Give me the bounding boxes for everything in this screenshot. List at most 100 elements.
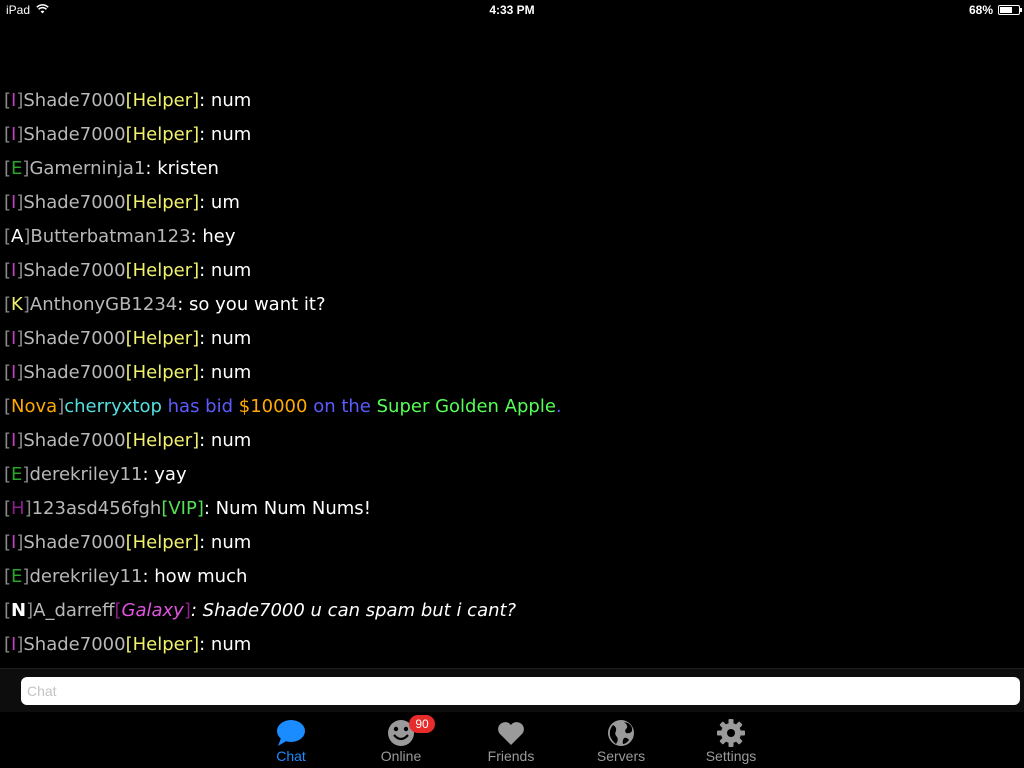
status-bar-right: 68%: [969, 3, 1022, 17]
tab-friends[interactable]: Friends: [461, 712, 561, 768]
chat-message-segment: H: [11, 498, 25, 519]
chat-message-segment: [: [4, 430, 12, 451]
chat-message-segment: [: [4, 328, 12, 349]
chat-input[interactable]: [21, 677, 1020, 705]
chat-message-segment: : num: [199, 328, 252, 349]
tab-settings[interactable]: Settings: [681, 712, 781, 768]
chat-message-segment: [VIP]: [161, 498, 204, 519]
chat-message-segment: [: [4, 566, 12, 587]
chat-message: [I]Shade7000[Helper]: num: [0, 254, 1024, 288]
chat-message-segment: Galaxy: [121, 600, 184, 621]
tab-online[interactable]: 90 Online: [351, 712, 451, 768]
gear-icon: [716, 718, 746, 748]
chat-message-segment: : um: [199, 192, 240, 213]
chat-message: [I]Shade7000[Helper]: num: [0, 84, 1024, 118]
tab-bar: Chat 90 Online Friends Servers Settings: [0, 712, 1024, 768]
chat-message-segment: Shade7000: [23, 192, 126, 213]
chat-message-segment: Shade7000: [23, 124, 126, 145]
chat-message-segment: AnthonyGB1234: [29, 294, 178, 315]
chat-message-segment: : so you want it?: [177, 294, 326, 315]
tab-chat[interactable]: Chat: [241, 712, 341, 768]
chat-message-segment: E: [11, 464, 23, 485]
chat-message: [E]Gamerninja1: kristen: [0, 152, 1024, 186]
chat-message: [I]Shade7000[Helper]: num: [0, 322, 1024, 356]
tab-chat-label: Chat: [276, 748, 306, 764]
chat-bubble-icon: [276, 718, 306, 748]
chat-message-segment: Butterbatman123: [30, 226, 191, 247]
status-bar: iPad 4:33 PM 68%: [0, 0, 1024, 20]
globe-icon: [606, 718, 636, 748]
chat-message-segment: [Helper]: [125, 430, 200, 451]
chat-message-segment: : num: [199, 532, 252, 553]
chat-message: [E]derekriley11: yay: [0, 458, 1024, 492]
chat-message-segment: [: [4, 226, 12, 247]
chat-message: [I]Shade7000[Helper]: num: [0, 424, 1024, 458]
chat-message-segment: : num: [199, 90, 252, 111]
chat-message-segment: [: [4, 634, 12, 655]
chat-message: [N]A_darreff[Galaxy]: Shade7000 u can sp…: [0, 594, 1024, 628]
chat-message: [I]Shade7000[Helper]: num: [0, 118, 1024, 152]
chat-message-segment: : num: [199, 634, 252, 655]
chat-message-segment: E: [11, 566, 23, 587]
chat-message: [E]derekriley11: how much: [0, 560, 1024, 594]
chat-message-segment: [: [4, 158, 12, 179]
chat-message-segment: : how much: [142, 566, 248, 587]
tab-servers[interactable]: Servers: [571, 712, 671, 768]
chat-message-segment: : num: [199, 124, 252, 145]
chat-message-segment: Nova: [11, 396, 58, 417]
tab-servers-label: Servers: [596, 748, 646, 764]
chat-message-segment: has bid: [161, 396, 239, 417]
chat-message-segment: : Num Num Nums!: [203, 498, 371, 519]
chat-message-segment: Shade7000: [23, 328, 126, 349]
chat-message-segment: [Helper]: [125, 362, 200, 383]
chat-message-segment: Shade7000: [23, 260, 126, 281]
chat-message-segment: ]: [183, 600, 191, 621]
chat-message-segment: Shade7000: [23, 532, 126, 553]
chat-message-segment: [Helper]: [125, 90, 200, 111]
chat-message: [K]AnthonyGB1234: so you want it?: [0, 288, 1024, 322]
chat-message-segment: [: [4, 498, 12, 519]
chat-message-segment: ]: [22, 294, 30, 315]
chat-message-segment: Shade7000: [23, 90, 126, 111]
chat-message-segment: [: [4, 464, 12, 485]
chat-message-segment: derekriley11: [29, 464, 143, 485]
chat-message: [I]Shade7000[Helper]: num: [0, 526, 1024, 560]
chat-message-segment: [Helper]: [125, 328, 200, 349]
chat-message-segment: A_darreff: [33, 600, 115, 621]
chat-message-segment: : num: [199, 260, 252, 281]
tab-friends-label: Friends: [487, 748, 535, 764]
tab-online-label: Online: [380, 748, 422, 764]
online-count-badge: 90: [409, 715, 435, 733]
chat-message-segment: : yay: [142, 464, 187, 485]
chat-message: [I]Shade7000[Helper]: um: [0, 186, 1024, 220]
chat-message: [I]Shade7000[Helper]: num: [0, 356, 1024, 390]
chat-message-segment: : hey: [190, 226, 236, 247]
chat-message-segment: : num: [199, 362, 252, 383]
chat-message-segment: [Helper]: [125, 124, 200, 145]
chat-message-segment: on the: [307, 396, 377, 417]
chat-message-segment: [: [114, 600, 122, 621]
chat-message-segment: .: [555, 396, 562, 417]
chat-message-segment: [Helper]: [125, 532, 200, 553]
chat-message-segment: [: [4, 396, 12, 417]
chat-message-segment: 123asd456fgh: [31, 498, 162, 519]
chat-message-segment: [: [4, 532, 12, 553]
chat-log[interactable]: [I]Shade7000[Helper]: num [I]Shade7000[He…: [0, 84, 1024, 664]
tab-settings-label: Settings: [705, 748, 757, 764]
chat-message-segment: Super Golden Apple: [376, 396, 556, 417]
chat-message-segment: [: [4, 124, 12, 145]
chat-message-segment: Shade7000: [23, 634, 126, 655]
chat-message-segment: [Helper]: [125, 634, 200, 655]
chat-message-segment: Gamerninja1: [29, 158, 146, 179]
chat-message-segment: [: [4, 260, 12, 281]
chat-message: [A]Butterbatman123: hey: [0, 220, 1024, 254]
chat-input-bar: [0, 668, 1024, 712]
chat-message-segment: [: [4, 90, 12, 111]
chat-message-segment: Shade7000: [23, 362, 126, 383]
chat-message-segment: [: [4, 192, 12, 213]
chat-message-segment: E: [11, 158, 23, 179]
chat-message-segment: [: [4, 600, 12, 621]
chat-message-segment: A: [11, 226, 24, 247]
chat-message-segment: : kristen: [145, 158, 219, 179]
chat-message-segment: [Helper]: [125, 192, 200, 213]
